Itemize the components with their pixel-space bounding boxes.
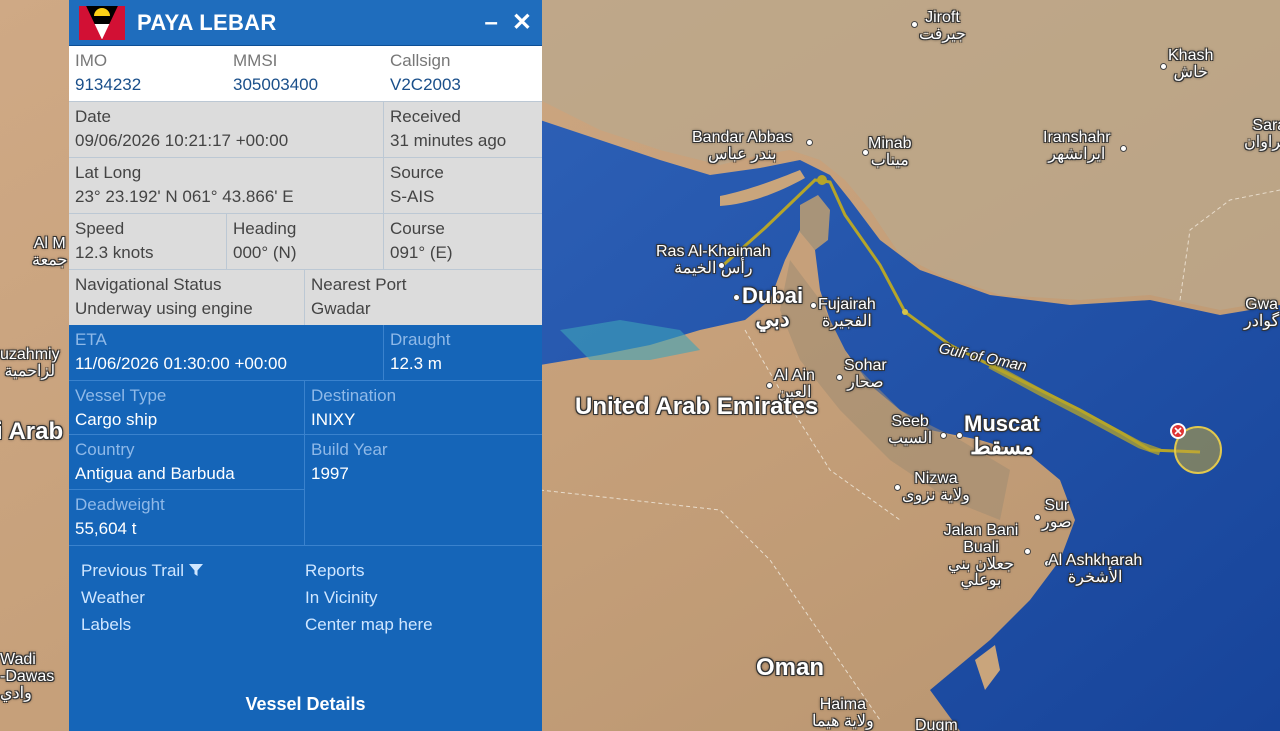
draught-label: Draught [390, 330, 451, 349]
map-label-iranshahr: Iranshahr ايرانشهر [1043, 129, 1111, 163]
center-map-link[interactable]: Center map here [305, 614, 530, 636]
received-label: Received [390, 107, 461, 126]
navstatus-value: Underway using engine [75, 299, 253, 318]
map-label-arab: i Arab [0, 418, 64, 445]
eta-value: 11/06/2026 01:30:00 +00:00 [75, 354, 287, 373]
mmsi-label: MMSI [233, 51, 278, 70]
date-label: Date [75, 107, 111, 126]
vessel-name: PAYA LEBAR [137, 9, 277, 35]
course-value: 091° (E) [390, 243, 453, 262]
latlong-label: Lat Long [75, 163, 142, 182]
country-label: Country [75, 440, 135, 459]
position-row: Lat Long 23° 23.192' N 061° 43.866' E So… [69, 158, 542, 214]
vesseltype-label: Vessel Type [75, 386, 167, 405]
map-label-khash: Khash خاش [1168, 47, 1214, 81]
antigua-and-barbuda-flag-icon [79, 5, 125, 40]
map-label-nizwa: Nizwa ولاية نزوى [902, 470, 970, 504]
heading-label: Heading [233, 219, 297, 238]
map-label-uae: United Arab Emirates [575, 393, 819, 420]
source-label: Source [390, 163, 444, 182]
labels-link[interactable]: Labels [81, 614, 305, 636]
filter-icon [188, 564, 203, 576]
map-label-dubai: Dubai دبي [742, 283, 804, 332]
map-label-jiroft: Jiroft جيرفت [919, 9, 966, 43]
mmsi-value: 305003400 [233, 75, 319, 94]
speed-value: 12.3 knots [75, 243, 154, 262]
map-label-al-m: Al M جمعة [32, 235, 68, 269]
draught-value: 12.3 m [390, 354, 442, 373]
deadweight-label: Deadweight [75, 495, 165, 514]
map-label-haima: Haima ولاية هيما [812, 696, 874, 730]
received-value: 31 minutes ago [390, 131, 507, 150]
eta-label: ETA [75, 330, 107, 349]
map-label-wadi: Wadi -Dawas وادي [0, 651, 55, 702]
reports-link[interactable]: Reports [305, 560, 530, 582]
in-vicinity-link[interactable]: In Vicinity [305, 587, 530, 609]
navstatus-label: Navigational Status [75, 275, 222, 294]
vessel-details-button[interactable]: Vessel Details [69, 694, 542, 715]
map-label-oman: Oman [756, 654, 825, 681]
map-label-fujairah: Fujairah الفجيرة [818, 296, 876, 330]
previous-trail-link[interactable]: Previous Trail [81, 560, 305, 582]
map-label-sur: Sur صور [1042, 497, 1072, 531]
panel-links: Previous Trail Reports Weather In Vicini… [69, 546, 542, 636]
callsign-value: V2C2003 [390, 75, 461, 94]
status-row: Navigational Status Underway using engin… [69, 270, 542, 325]
vessel-info-panel: PAYA LEBAR – ✕ IMO 9134232 MMSI 30500340… [69, 0, 542, 731]
imo-value: 9134232 [75, 75, 142, 94]
map-label-gwa: Gwa گوادر [1244, 296, 1280, 330]
nearestport-value: Gwadar [311, 299, 371, 318]
map-label-bandar-abbas: Bandar Abbas بندر عباس [692, 129, 793, 163]
map-label-sohar: Sohar صحار [844, 357, 887, 391]
map-label-seeb: Seeb السيب [888, 413, 933, 447]
map-label-al-ashkharah: Al Ashkharah الأشخرة [1048, 552, 1143, 586]
identifiers-row: IMO 9134232 MMSI 305003400 Callsign V2C2… [69, 46, 542, 102]
deadweight-value: 55,604 t [75, 519, 137, 538]
date-row: Date 09/06/2026 10:21:17 +00:00 Received… [69, 102, 542, 158]
destination-value: INIXY [311, 410, 356, 429]
heading-value: 000° (N) [233, 243, 297, 262]
speed-label: Speed [75, 219, 125, 238]
destination-label: Destination [311, 386, 397, 405]
map-label-minab: Minab ميناب [868, 135, 912, 169]
nearestport-label: Nearest Port [311, 275, 407, 294]
map-label-uzahmiy: uzahmiy لزاحمية [0, 346, 60, 380]
weather-link[interactable]: Weather [81, 587, 305, 609]
country-value: Antigua and Barbuda [75, 464, 235, 483]
map-label-duqm: Duqm [915, 717, 958, 731]
source-value: S-AIS [390, 187, 435, 206]
buildyear-value: 1997 [311, 464, 349, 483]
map-label-jalan-bani-buali: Jalan Bani Buali جعلان بني بوعلي [943, 522, 1019, 590]
motion-row: Speed 12.3 knots Heading 000° (N) Course… [69, 214, 542, 270]
map-label-muscat: Muscat مسقط [964, 411, 1040, 460]
latlong-value: 23° 23.192' N 061° 43.866' E [75, 187, 294, 206]
callsign-label: Callsign [390, 51, 451, 70]
buildyear-label: Build Year [311, 440, 388, 459]
minimize-button[interactable]: – [485, 10, 498, 35]
voyage-section: ETA 11/06/2026 01:30:00 +00:00 Draught 1… [69, 325, 542, 546]
map-label-sara: Saraسراوان [1244, 117, 1280, 151]
panel-titlebar: PAYA LEBAR – ✕ [69, 0, 542, 46]
imo-label: IMO [75, 51, 108, 70]
course-label: Course [390, 219, 445, 238]
date-value: 09/06/2026 10:21:17 +00:00 [75, 131, 289, 150]
vesseltype-value: Cargo ship [75, 410, 158, 429]
close-button[interactable]: ✕ [512, 10, 532, 35]
map-label-ras-al-khaimah: Ras Al-Khaimah رأس الخيمة [656, 243, 771, 277]
